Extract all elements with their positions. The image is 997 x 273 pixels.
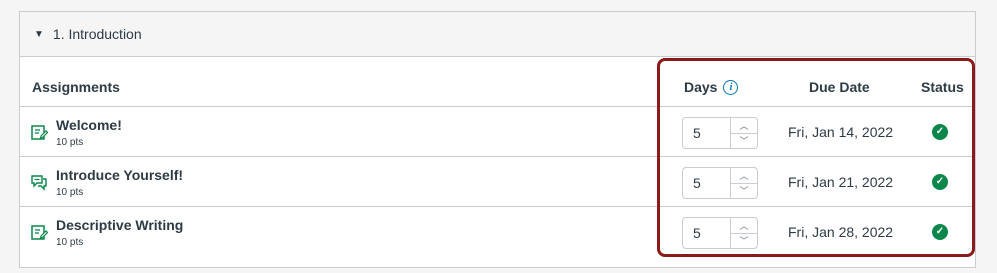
table-row: Descriptive Writing 10 pts 5 ︿ ﹀ Fri, Ja… — [20, 207, 975, 257]
assignments-header: Assignments — [32, 79, 120, 95]
assignment-title[interactable]: Welcome! — [56, 117, 122, 133]
module-panel: ▼ 1. Introduction Assignments Days i Due… — [19, 11, 976, 268]
chevron-up-icon[interactable]: ︿ — [731, 168, 757, 184]
table-row: Welcome! 10 pts 5 ︿ ﹀ Fri, Jan 14, 2022 … — [20, 107, 975, 157]
module-header[interactable]: ▼ 1. Introduction — [20, 12, 975, 57]
days-input[interactable]: 5 — [683, 168, 731, 198]
assignment-points: 10 pts — [56, 137, 84, 148]
chevron-up-icon[interactable]: ︿ — [731, 218, 757, 234]
chevron-up-icon[interactable]: ︿ — [731, 118, 757, 134]
days-input[interactable]: 5 — [683, 218, 731, 248]
check-circle-icon: ✓ — [932, 124, 948, 140]
check-circle-icon: ✓ — [932, 174, 948, 190]
module-title[interactable]: 1. Introduction — [53, 26, 142, 42]
assignment-points: 10 pts — [56, 237, 84, 248]
chevron-down-icon[interactable]: ﹀ — [731, 234, 757, 249]
due-date: Fri, Jan 14, 2022 — [788, 124, 894, 140]
status-header: Status — [921, 79, 964, 95]
days-stepper[interactable]: 5 ︿ ﹀ — [682, 217, 758, 249]
assignment-title[interactable]: Introduce Yourself! — [56, 167, 183, 183]
chevron-down-icon[interactable]: ﹀ — [731, 184, 757, 199]
due-date: Fri, Jan 21, 2022 — [788, 174, 894, 190]
info-icon[interactable]: i — [723, 79, 739, 95]
days-stepper[interactable]: 5 ︿ ﹀ — [682, 167, 758, 199]
days-input[interactable]: 5 — [683, 118, 731, 148]
chevron-down-icon[interactable]: ﹀ — [731, 134, 757, 149]
caret-down-icon[interactable]: ▼ — [34, 29, 44, 40]
days-stepper[interactable]: 5 ︿ ﹀ — [682, 117, 758, 149]
due-date-header: Due Date — [809, 79, 870, 95]
table-row: Introduce Yourself! 10 pts 5 ︿ ﹀ Fri, Ja… — [20, 157, 975, 207]
table-header-row: Assignments Days i Due Date Status — [20, 57, 975, 107]
assignment-title[interactable]: Descriptive Writing — [56, 217, 183, 233]
assignment-icon — [31, 125, 48, 140]
days-header-label: Days — [684, 79, 718, 95]
check-circle-icon: ✓ — [932, 224, 948, 240]
discussion-icon — [31, 175, 47, 191]
assignment-points: 10 pts — [56, 187, 84, 198]
assignment-icon — [31, 225, 48, 240]
days-header: Days i — [684, 79, 739, 95]
due-date: Fri, Jan 28, 2022 — [788, 224, 894, 240]
